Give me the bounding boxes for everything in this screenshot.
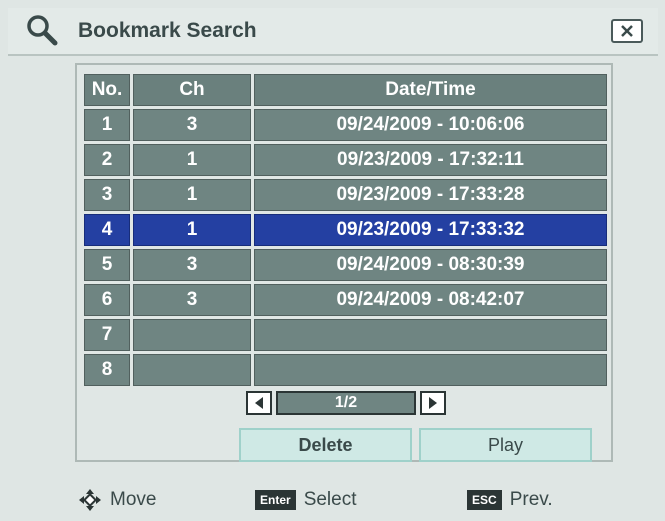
window-title: Bookmark Search [78, 19, 257, 42]
delete-button[interactable]: Delete [239, 428, 412, 462]
cell-no: 5 [84, 249, 130, 281]
cell-no: 6 [84, 284, 130, 316]
table-row[interactable]: 2 1 09/23/2009 - 17:32:11 [84, 144, 607, 176]
bookmark-table: No. Ch Date/Time 1 3 09/24/2009 - 10:06:… [81, 71, 610, 389]
cell-datetime: 09/23/2009 - 17:32:11 [254, 144, 607, 176]
hint-prev: ESC Prev. [467, 485, 553, 515]
close-x-icon [621, 25, 633, 37]
cell-ch: 1 [133, 179, 251, 211]
title-bar: Bookmark Search [8, 8, 658, 56]
cell-ch [133, 354, 251, 386]
footer-hints: Move Enter Select ESC Prev. [0, 485, 665, 515]
cell-no: 4 [84, 214, 130, 246]
header-ch: Ch [133, 74, 251, 106]
cell-ch: 3 [133, 284, 251, 316]
cell-no: 7 [84, 319, 130, 351]
pager: 1/2 [246, 391, 446, 415]
prev-page-button[interactable] [246, 391, 272, 415]
cell-ch: 1 [133, 214, 251, 246]
cell-no: 2 [84, 144, 130, 176]
cell-datetime: 09/23/2009 - 17:33:32 [254, 214, 607, 246]
cell-datetime: 09/24/2009 - 08:30:39 [254, 249, 607, 281]
triangle-right-icon [429, 397, 437, 409]
hint-move: Move [78, 485, 156, 515]
page-indicator: 1/2 [276, 391, 416, 415]
cell-datetime: 09/23/2009 - 17:33:28 [254, 179, 607, 211]
cell-no: 3 [84, 179, 130, 211]
cell-ch: 3 [133, 249, 251, 281]
cell-datetime [254, 319, 607, 351]
cell-datetime: 09/24/2009 - 10:06:06 [254, 109, 607, 141]
table-row[interactable]: 1 3 09/24/2009 - 10:06:06 [84, 109, 607, 141]
directional-pad-icon [79, 489, 101, 511]
table-row[interactable]: 5 3 09/24/2009 - 08:30:39 [84, 249, 607, 281]
table-row-selected[interactable]: 4 1 09/23/2009 - 17:33:32 [84, 214, 607, 246]
esc-key-badge: ESC [467, 490, 502, 510]
next-page-button[interactable] [420, 391, 446, 415]
move-label: Move [110, 489, 157, 510]
table-row[interactable]: 6 3 09/24/2009 - 08:42:07 [84, 284, 607, 316]
cell-datetime: 09/24/2009 - 08:42:07 [254, 284, 607, 316]
cell-no: 1 [84, 109, 130, 141]
table-header-row: No. Ch Date/Time [84, 74, 607, 106]
cell-no: 8 [84, 354, 130, 386]
cell-ch: 3 [133, 109, 251, 141]
header-datetime: Date/Time [254, 74, 607, 106]
table-row[interactable]: 8 [84, 354, 607, 386]
cell-ch [133, 319, 251, 351]
enter-key-badge: Enter [255, 490, 296, 510]
magnifier-icon [27, 15, 58, 46]
prev-label: Prev. [509, 489, 553, 510]
table-row[interactable]: 7 [84, 319, 607, 351]
triangle-left-icon [255, 397, 263, 409]
header-no: No. [84, 74, 130, 106]
play-button[interactable]: Play [419, 428, 592, 462]
close-button[interactable] [611, 19, 643, 43]
hint-select: Enter Select [255, 485, 357, 515]
bookmark-search-window: Bookmark Search No. Ch Date/Time 1 3 09/… [0, 0, 665, 521]
cell-ch: 1 [133, 144, 251, 176]
cell-datetime [254, 354, 607, 386]
table-row[interactable]: 3 1 09/23/2009 - 17:33:28 [84, 179, 607, 211]
select-label: Select [303, 489, 357, 510]
bookmark-panel: No. Ch Date/Time 1 3 09/24/2009 - 10:06:… [75, 63, 613, 462]
